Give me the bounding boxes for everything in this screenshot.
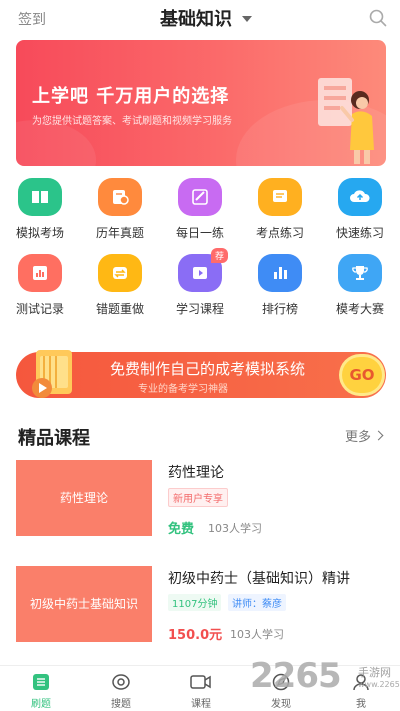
section-title: 精品课程 (18, 428, 90, 449)
chevron-right-icon (373, 430, 384, 441)
tab-label: 课程 (191, 699, 211, 710)
tile-label: 快速练习 (335, 226, 384, 240)
tile-past-papers[interactable]: 历年真题 (88, 178, 152, 248)
course-learners: 103人学习 (230, 628, 284, 641)
teacher-tag: 讲师：蔡彦 (228, 594, 286, 611)
divider (0, 546, 400, 558)
subject-selector[interactable]: 基础知识 (160, 5, 252, 31)
tile-label: 模考大赛 (335, 302, 384, 316)
tile-test-records[interactable]: 测试记录 (8, 254, 72, 324)
tab-practice[interactable]: 刷题 (16, 672, 66, 710)
app-screen: 签到 基础知识 上学吧 千万用户的选择 为您提供试题答案、考试刷题和视频学习服务 (0, 0, 400, 711)
tile-label: 测试记录 (15, 302, 64, 316)
tile-leaderboard[interactable]: 排行榜 (248, 254, 312, 324)
page-title: 基础知识 (160, 9, 232, 30)
camera-icon (190, 672, 212, 692)
top-bar: 签到 基础知识 (0, 0, 400, 36)
list-icon (30, 672, 52, 692)
banner-subtitle: 为您提供试题答案、考试刷题和视频学习服务 (32, 116, 232, 127)
mock-system-promo[interactable]: 免费制作自己的成考模拟系统 专业的备考学习神器 GO (16, 350, 386, 398)
feature-grid: 模拟考场 历年真题 每日一练 考点练习 快速练习 测试记录 错题重做 荐 学习课… (0, 178, 400, 330)
tab-label: 刷题 (31, 699, 51, 710)
scan-search-icon (110, 672, 132, 692)
more-label: 更多 (345, 430, 372, 445)
course-thumbnail: 药性理论 (16, 460, 152, 536)
feature-row: 测试记录 错题重做 荐 学习课程 排行榜 模考大赛 (0, 248, 400, 330)
search-icon[interactable] (368, 8, 388, 28)
watermark-url: www.2265.com (358, 680, 400, 689)
duration-tag: 1107分钟 (168, 594, 222, 611)
promo-banner[interactable]: 上学吧 千万用户的选择 为您提供试题答案、考试刷题和视频学习服务 (16, 40, 386, 166)
more-link[interactable]: 更多 (345, 426, 384, 445)
feature-row: 模拟考场 历年真题 每日一练 考点练习 快速练习 (0, 178, 400, 254)
course-name: 初级中药士（基础知识）精讲 (168, 571, 350, 587)
tile-label: 每日一练 (175, 226, 224, 240)
new-user-tag: 新用户专享 (168, 488, 228, 507)
tile-mock-exam[interactable]: 模拟考场 (8, 178, 72, 248)
course-price: 150.0元 (168, 628, 223, 643)
watermark-number: 2265 (250, 656, 342, 696)
signin-button[interactable]: 签到 (18, 9, 46, 29)
cloud-upload-icon (338, 178, 382, 216)
trophy-icon (338, 254, 382, 292)
promo-subtitle: 专业的备考学习神器 (138, 384, 228, 395)
tile-label: 学习课程 (175, 302, 224, 316)
course-card[interactable]: 药性理论 药性理论 新用户专享 免费 103人学习 (16, 460, 386, 540)
pencil-icon (178, 178, 222, 216)
bar-chart-icon (258, 254, 302, 292)
tab-label: 搜题 (111, 699, 131, 710)
caret-down-icon (242, 16, 252, 22)
tile-label: 错题重做 (95, 302, 144, 316)
course-price: 免费 (168, 522, 195, 537)
tile-redo-mistakes[interactable]: 错题重做 (88, 254, 152, 324)
chat-doc-icon (258, 178, 302, 216)
video-icon: 荐 (178, 248, 228, 292)
promo-title: 免费制作自己的成考模拟系统 (110, 360, 306, 378)
tile-topic-practice[interactable]: 考点练习 (248, 178, 312, 248)
watermark-brand: 手游网 (358, 666, 391, 679)
course-name: 药性理论 (168, 465, 224, 481)
tile-label: 考点练习 (255, 226, 304, 240)
tile-label: 排行榜 (261, 302, 298, 316)
history-doc-icon (98, 178, 142, 216)
course-thumbnail: 初级中药士基础知识 (16, 566, 152, 642)
recommend-badge: 荐 (210, 248, 228, 263)
book-play-icon (32, 350, 72, 398)
course-learners: 103人学习 (208, 522, 262, 535)
tile-quick-practice[interactable]: 快速练习 (328, 178, 392, 248)
tile-daily-practice[interactable]: 每日一练 (168, 178, 232, 248)
tile-mock-contest[interactable]: 模考大赛 (328, 254, 392, 324)
chart-icon (18, 254, 62, 292)
tile-label: 模拟考场 (15, 226, 64, 240)
tab-search-questions[interactable]: 搜题 (96, 672, 146, 710)
swap-icon (98, 254, 142, 292)
tile-label: 历年真题 (95, 226, 144, 240)
course-card[interactable]: 初级中药士基础知识 初级中药士（基础知识）精讲 1107分钟 讲师：蔡彦 150… (16, 566, 386, 646)
banner-title: 上学吧 千万用户的选择 (32, 86, 230, 107)
student-illustration (318, 78, 374, 164)
go-button[interactable]: GO (342, 357, 382, 393)
book-icon (18, 178, 62, 216)
tab-courses[interactable]: 课程 (176, 672, 226, 710)
site-watermark: 2265 手游网 www.2265.com (250, 656, 400, 706)
tile-courses[interactable]: 荐 学习课程 (168, 248, 232, 324)
